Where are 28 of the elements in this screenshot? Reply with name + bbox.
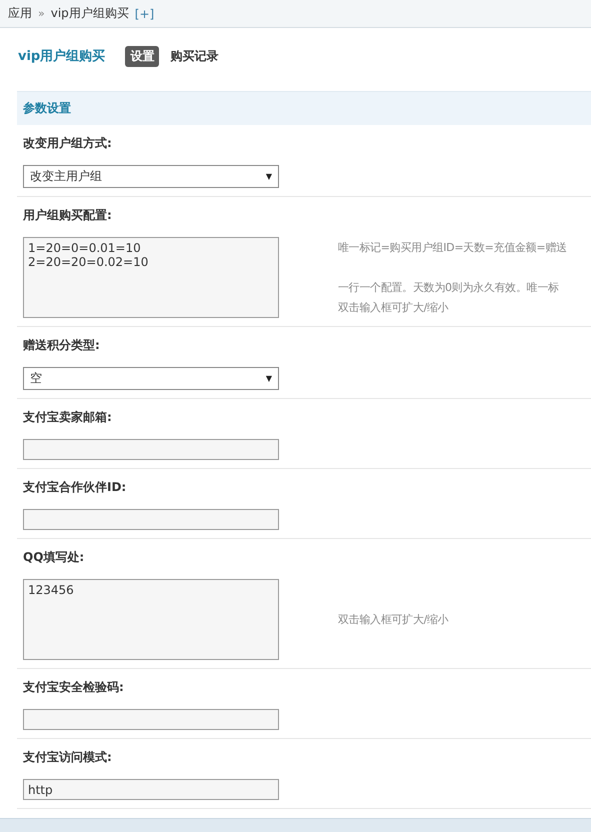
input-field[interactable]: http bbox=[23, 779, 279, 800]
breadcrumb-separator: » bbox=[38, 7, 45, 20]
field-label: 支付宝合作伙伴ID: bbox=[23, 479, 128, 496]
add-link[interactable]: [+] bbox=[134, 6, 154, 20]
text-area[interactable]: 1=20=0=0.01=10 2=20=20=0.02=10 bbox=[23, 237, 279, 318]
tab[interactable]: 购买记录 bbox=[165, 46, 224, 66]
help-text: 双击输入框可扩大/缩小 bbox=[338, 612, 450, 628]
field-label: 用户组购买配置: bbox=[23, 207, 113, 224]
field-label: 改变用户组方式: bbox=[23, 135, 113, 152]
field-label: 赠送积分类型: bbox=[23, 337, 101, 354]
input-field[interactable] bbox=[23, 509, 279, 530]
breadcrumb-link[interactable]: vip用户组购买 bbox=[50, 5, 129, 22]
input-field[interactable] bbox=[23, 439, 279, 460]
breadcrumb-link[interactable]: 应用 bbox=[8, 5, 32, 22]
field-label: 支付宝卖家邮箱: bbox=[23, 409, 113, 426]
field-label: 支付宝安全检验码: bbox=[23, 679, 125, 696]
dropdown[interactable]: 空 ▼ bbox=[23, 367, 279, 390]
dropdown[interactable]: 改变主用户组 ▼ bbox=[23, 165, 279, 188]
section-title: 参数设置 bbox=[22, 100, 71, 117]
page-title: vip用户组购买 bbox=[18, 48, 106, 65]
text-area[interactable]: 123456 bbox=[23, 579, 279, 660]
tab[interactable]: 设置 bbox=[125, 46, 160, 66]
field-label: 支付宝访问模式: bbox=[23, 749, 113, 766]
help-text: 双击输入框可扩大/缩小 bbox=[338, 300, 450, 316]
input-field[interactable] bbox=[23, 709, 279, 730]
help-text: 唯一标记=购买用户组ID=天数=充值金额=赠送 bbox=[338, 240, 568, 256]
field-label: QQ填写处: bbox=[23, 549, 86, 566]
help-text: 一行一个配置。天数为0则为永久有效。唯一标 bbox=[338, 280, 560, 296]
